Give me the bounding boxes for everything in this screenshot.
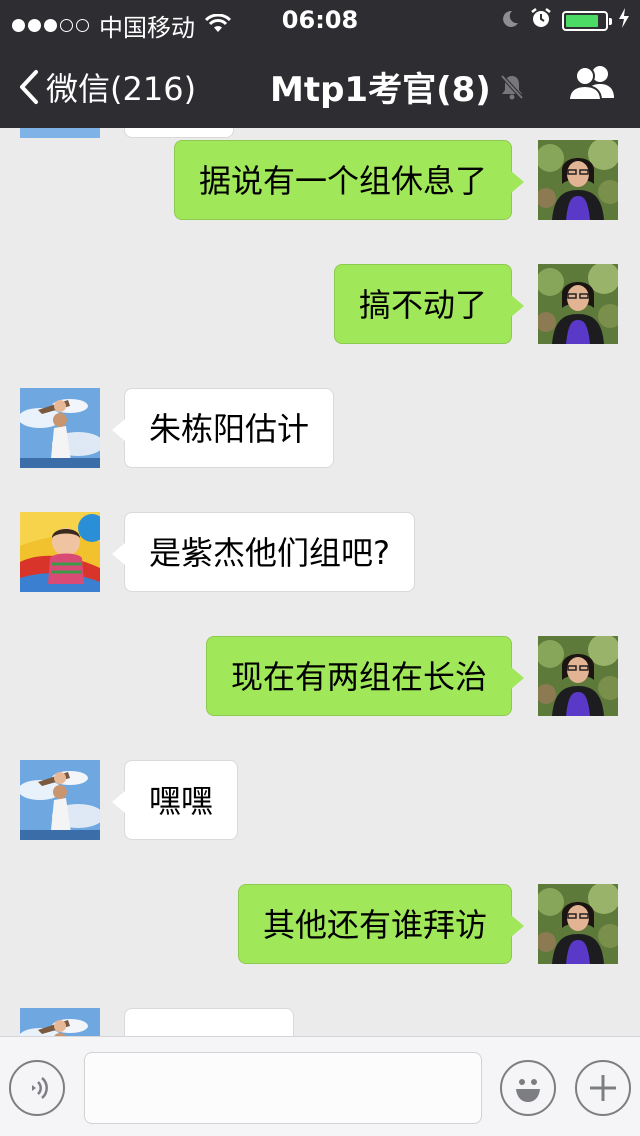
message-text: 嘿嘿 <box>149 782 214 820</box>
message-row-incoming <box>0 128 640 142</box>
message-bubble-outgoing[interactable]: 搞不动了 <box>333 264 524 344</box>
alarm-icon <box>530 7 552 35</box>
emoji-icon <box>516 1079 540 1102</box>
my-avatar[interactable] <box>538 884 618 964</box>
plus-icon <box>590 1075 616 1101</box>
contact-avatar[interactable] <box>20 1008 100 1036</box>
message-bubble-outgoing[interactable]: 据说有一个组休息了 <box>173 140 524 220</box>
message-bubble-incoming[interactable] <box>124 128 234 138</box>
more-button[interactable] <box>575 1060 631 1116</box>
message-row-outgoing: 现在有两组在长治 <box>0 636 640 720</box>
message-bubble-incoming[interactable]: 是紫杰他们组吧? <box>112 512 415 592</box>
message-row-outgoing: 据说有一个组休息了 <box>0 140 640 224</box>
message-bubble-outgoing[interactable]: 其他还有谁拜访 <box>237 884 524 964</box>
moon-icon <box>500 7 520 35</box>
group-contacts-button[interactable] <box>567 64 616 106</box>
message-row-outgoing: 其他还有谁拜访 <box>0 884 640 968</box>
message-text: 搞不动了 <box>358 286 487 324</box>
message-text: 朱栋阳估计 <box>149 410 310 448</box>
chat-area[interactable]: 据说有一个组休息了 搞不动了 朱栋阳估计 是紫杰他们组吧? 现在有两组在长治 嘿… <box>0 128 640 1036</box>
contact-avatar[interactable] <box>20 760 100 840</box>
my-avatar[interactable] <box>538 140 618 220</box>
emoji-button[interactable] <box>500 1060 556 1116</box>
charging-icon <box>618 7 630 35</box>
group-contacts-icon <box>567 66 614 101</box>
chevron-left-icon <box>20 70 38 104</box>
contact-avatar[interactable] <box>20 128 100 138</box>
message-bubble-incoming[interactable]: 朱栋阳估计 <box>112 388 335 468</box>
chat-title: Mtp1考官(8) <box>270 62 525 111</box>
message-text: 其他还有谁拜访 <box>262 906 487 944</box>
battery-icon <box>562 11 612 31</box>
message-row-incoming: 是紫杰他们组吧? <box>0 512 640 596</box>
my-avatar[interactable] <box>538 264 618 344</box>
message-row-incoming: 朱栋阳估计 <box>0 388 640 472</box>
mute-bell-icon <box>500 74 524 99</box>
message-text: 据说有一个组休息了 <box>198 162 487 200</box>
message-input[interactable] <box>84 1052 482 1124</box>
voice-icon <box>32 1077 48 1099</box>
message-text: 是紫杰他们组吧? <box>149 534 390 572</box>
chat-title-text: Mtp1考官(8) <box>270 70 491 110</box>
status-right <box>500 7 630 35</box>
input-bar <box>0 1036 640 1136</box>
message-bubble-incoming[interactable] <box>124 1008 294 1036</box>
message-row-outgoing: 搞不动了 <box>0 264 640 348</box>
back-button[interactable]: 微信(216) <box>18 64 196 110</box>
nav-bar: 微信(216) Mtp1考官(8) <box>0 40 640 128</box>
message-bubble-outgoing[interactable]: 现在有两组在长治 <box>205 636 524 716</box>
message-text: 现在有两组在长治 <box>230 658 487 696</box>
message-bubble-incoming[interactable]: 嘿嘿 <box>112 760 239 840</box>
status-bar: 中国移动 06:08 <box>0 0 640 42</box>
message-row-incoming <box>0 1008 640 1036</box>
my-avatar[interactable] <box>538 636 618 716</box>
back-label: 微信(216) <box>46 70 197 108</box>
voice-button[interactable] <box>9 1060 65 1116</box>
contact-avatar[interactable] <box>20 512 100 592</box>
contact-avatar[interactable] <box>20 388 100 468</box>
message-row-incoming: 嘿嘿 <box>0 760 640 844</box>
